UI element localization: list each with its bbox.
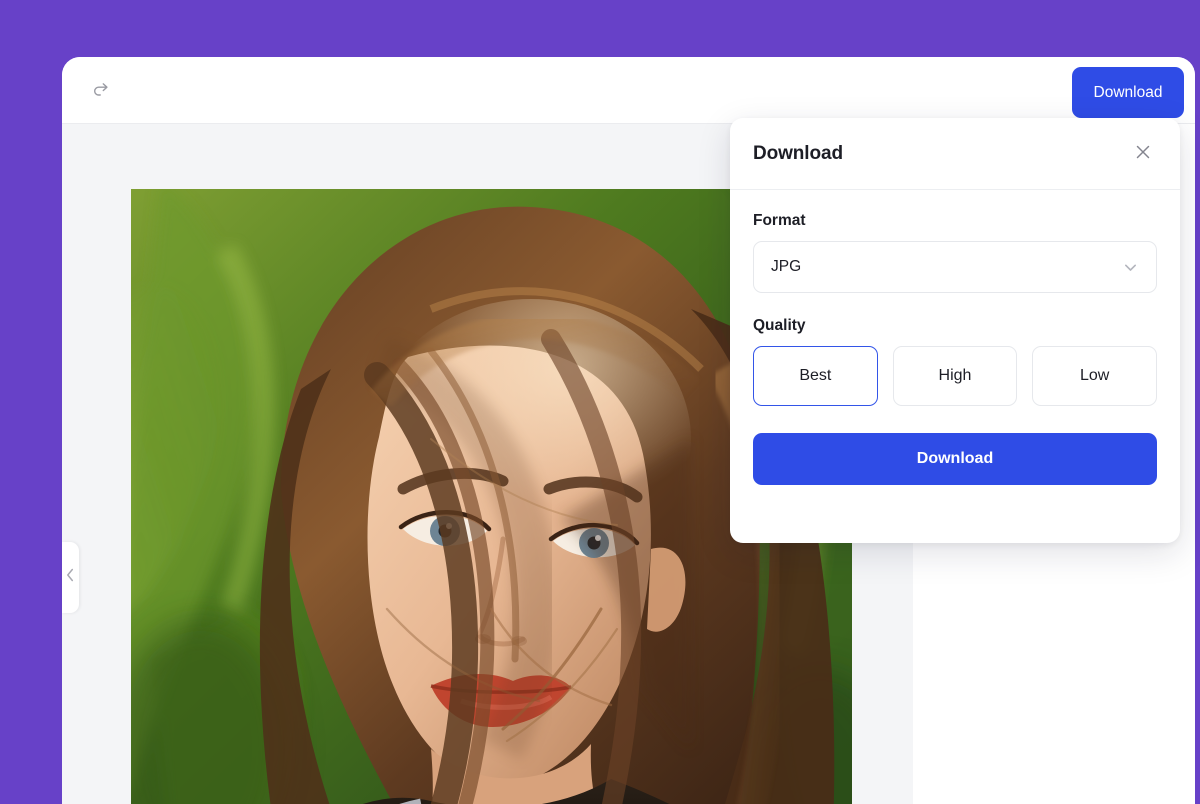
dialog-title: Download xyxy=(753,142,843,164)
header-download-label: Download xyxy=(1093,83,1163,101)
dialog-header: Download xyxy=(730,118,1180,190)
quality-options: Best High Low xyxy=(753,346,1158,406)
format-label: Format xyxy=(753,212,806,229)
quality-option-label: Low xyxy=(1080,367,1110,384)
header-download-button[interactable]: Download xyxy=(1072,67,1184,118)
quality-option-high[interactable]: High xyxy=(892,346,1018,406)
quality-option-label: Best xyxy=(799,367,832,384)
sidebar-collapse-handle[interactable] xyxy=(62,542,79,613)
quality-label: Quality xyxy=(753,317,806,334)
format-select-value: JPG xyxy=(771,258,802,275)
quality-option-best[interactable]: Best xyxy=(753,346,878,406)
redo-button[interactable] xyxy=(84,73,118,107)
dialog-download-button[interactable]: Download xyxy=(753,433,1157,485)
format-select[interactable]: JPG xyxy=(753,241,1157,293)
chevron-down-icon xyxy=(1121,258,1140,277)
redo-arrow-icon xyxy=(91,80,111,100)
toolbar xyxy=(62,57,1195,124)
dialog-close-button[interactable] xyxy=(1128,139,1158,169)
close-icon xyxy=(1134,143,1152,164)
download-dialog: Download Format JPG Quality Best High Lo… xyxy=(730,118,1180,543)
quality-option-label: High xyxy=(938,367,972,384)
chevron-left-icon xyxy=(66,568,75,587)
quality-option-low[interactable]: Low xyxy=(1032,346,1158,406)
dialog-body: Format JPG Quality Best High Low Downloa… xyxy=(730,190,1180,485)
